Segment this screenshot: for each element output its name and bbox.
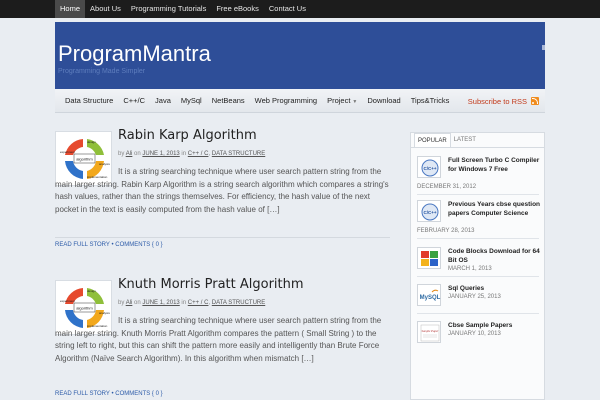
sidebar-item-date: JANUARY 10, 2013 [448, 331, 501, 337]
topnav-about-us[interactable]: About Us [85, 0, 126, 18]
site-tagline: Programming Made Simpler [58, 68, 146, 75]
post-title[interactable]: Knuth Morris Pratt Algorithm [118, 277, 304, 292]
post-category-cpp-c[interactable]: C++ / C [188, 300, 209, 306]
sidebar-item-date: JANUARY 25, 2013 [448, 294, 501, 300]
post-date-link[interactable]: JUNE 1, 2013 [142, 300, 179, 306]
site-title[interactable]: ProgramMantra [58, 42, 211, 66]
sidebar-separator [417, 194, 539, 195]
post-title[interactable]: Rabin Karp Algorithm [118, 128, 257, 143]
sidebar-item-thumbnail[interactable]: C/C++ [417, 156, 441, 178]
post-author-link[interactable]: Ali [126, 300, 133, 306]
menu-item-netbeans[interactable]: NetBeans [207, 89, 250, 113]
sidebar-item-date: FEBRUARY 28, 2013 [417, 228, 475, 234]
main-menu-items: Data Structure C++/C Java MySql NetBeans… [60, 89, 454, 113]
sidebar-item-thumbnail[interactable]: MySQL [417, 284, 441, 306]
chevron-down-icon: ▼ [352, 99, 358, 105]
header-edge-marker [542, 45, 545, 50]
sidebar-item-title[interactable]: Code Blocks Download for 64 Bit OS [448, 247, 542, 265]
post-author-link[interactable]: Ali [126, 151, 133, 157]
meta-by: by [118, 300, 125, 306]
code-blocks-logo-icon [421, 251, 438, 266]
menu-item-data-structure[interactable]: Data Structure [60, 89, 118, 113]
thumb-label-algorithm: algorithm [76, 306, 93, 311]
sample-paper-icon: Sample Paper [420, 324, 440, 342]
top-navigation-items: Home About Us Programming Tutorials Free… [55, 0, 311, 18]
post-meta: by Ali on JUNE 1, 2013 in C++ / C, DATA … [118, 151, 266, 157]
menu-item-project[interactable]: Project ▼ [322, 89, 362, 113]
sidebar-separator [417, 313, 539, 314]
main-menu: Data Structure C++/C Java MySql NetBeans… [55, 89, 545, 113]
thumb-label-experiment: experiment [60, 299, 75, 303]
topnav-free-ebooks[interactable]: Free eBooks [211, 0, 264, 18]
sidebar-popular-latest-widget: POPULAR LATEST C/C++ Full Screen Turbo C… [410, 132, 545, 400]
sidebar-item-title[interactable]: Sql Queries [448, 284, 542, 293]
sidebar-item-thumbnail[interactable] [417, 247, 441, 269]
sidebar-item-thumbnail[interactable]: C/C++ [417, 200, 441, 222]
meta-by: by [118, 151, 125, 157]
meta-in: in [181, 151, 187, 157]
tab-latest[interactable]: LATEST [451, 133, 479, 147]
menu-item-cpp-c[interactable]: C++/C [118, 89, 150, 113]
thumb-text: Sample Paper [422, 329, 440, 333]
tab-popular[interactable]: POPULAR [414, 133, 451, 147]
subscribe-rss-label: Subscribe to RSS [467, 96, 527, 106]
comments-link[interactable]: COMMENTS { 0 } [115, 242, 162, 248]
read-full-story-link[interactable]: READ FULL STORY [55, 391, 110, 397]
sidebar-item-title[interactable]: Full Screen Turbo C Compiler for Windows… [448, 156, 542, 174]
post-divider [55, 237, 390, 238]
sidebar-item-title[interactable]: Previous Years cbse question papers Comp… [448, 200, 542, 218]
top-navigation-bar: Home About Us Programming Tutorials Free… [0, 0, 600, 18]
post-excerpt: It is a string searching technique where… [55, 316, 382, 363]
meta-on: on [134, 151, 141, 157]
sidebar-item-thumbnail[interactable]: Sample Paper [417, 321, 441, 343]
topnav-programming-tutorials[interactable]: Programming Tutorials [126, 0, 211, 18]
sidebar-item-date: DECEMBER 31, 2012 [417, 184, 477, 190]
topnav-contact-us[interactable]: Contact Us [264, 0, 311, 18]
post-links: READ FULL STORY • COMMENTS { 0 } [55, 391, 163, 397]
menu-item-mysql[interactable]: MySql [176, 89, 207, 113]
menu-item-tips-tricks[interactable]: Tips&Tricks [406, 89, 455, 113]
meta-in: in [181, 300, 187, 306]
post-category-cpp-c[interactable]: C++ / C [188, 151, 209, 157]
sidebar-item-title[interactable]: Cbse Sample Papers [448, 321, 542, 330]
post-date-link[interactable]: JUNE 1, 2013 [142, 151, 179, 157]
site-header: ProgramMantra Programming Made Simpler [55, 22, 545, 89]
thumb-label-algorithm: algorithm [76, 157, 93, 162]
cpp-logo-icon: C/C++ [421, 203, 439, 221]
menu-item-web-programming[interactable]: Web Programming [250, 89, 322, 113]
meta-on: on [134, 300, 141, 306]
post-excerpt: It is a string searching technique where… [55, 167, 389, 214]
sidebar-separator [417, 238, 539, 239]
sidebar-separator [417, 276, 539, 277]
menu-item-download[interactable]: Download [362, 89, 405, 113]
thumb-label-design: design [87, 289, 96, 293]
thumb-label-design: design [87, 140, 96, 144]
read-full-story-link[interactable]: READ FULL STORY [55, 242, 110, 248]
menu-item-java[interactable]: Java [150, 89, 176, 113]
post-category-data-structure[interactable]: DATA STRUCTURE [212, 151, 265, 157]
thumb-text: MySQL [420, 295, 441, 301]
topnav-home[interactable]: Home [55, 0, 86, 18]
thumb-text: C/C++ [423, 166, 436, 171]
rss-feed-icon [531, 97, 539, 105]
sidebar-tabs: POPULAR LATEST [414, 133, 479, 147]
tabs-underline [411, 147, 544, 148]
cpp-logo-icon: C/C++ [421, 159, 439, 177]
mysql-logo-icon: MySQL [420, 289, 441, 301]
post-category-data-structure[interactable]: DATA STRUCTURE [212, 300, 265, 306]
menu-item-project-label: Project [327, 96, 351, 105]
subscribe-rss-link[interactable]: Subscribe to RSS [468, 89, 539, 113]
thumb-label-experiment: experiment [60, 150, 75, 154]
post-meta: by Ali on JUNE 1, 2013 in C++ / C, DATA … [118, 300, 266, 306]
post-links: READ FULL STORY • COMMENTS { 0 } [55, 242, 163, 248]
sidebar-item-date: MARCH 1, 2013 [448, 266, 492, 272]
comments-link[interactable]: COMMENTS { 0 } [115, 391, 162, 397]
thumb-text: C/C++ [423, 210, 436, 215]
